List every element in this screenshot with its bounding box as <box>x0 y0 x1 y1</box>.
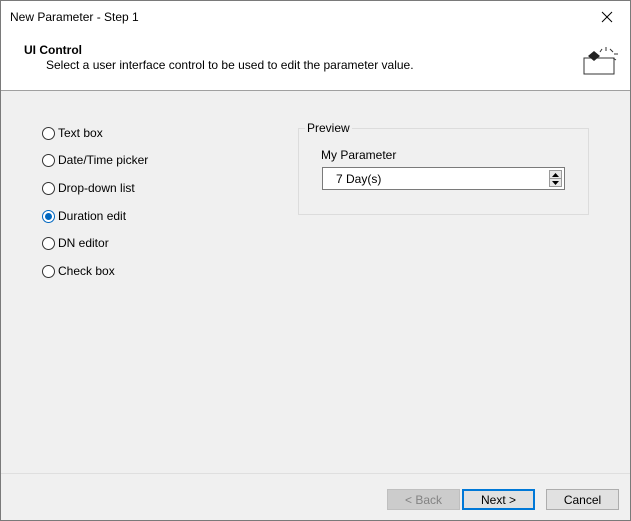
radio-text-box[interactable]: Text box <box>42 125 103 141</box>
duration-spin-input[interactable]: 7 Day(s) <box>322 167 565 190</box>
radio-button-circle[interactable] <box>42 264 55 278</box>
radio-date-time-picker[interactable]: Date/Time picker <box>42 152 148 168</box>
cancel-button[interactable]: Cancel <box>546 489 619 510</box>
radio-button-circle[interactable] <box>42 181 55 195</box>
arrow-up-icon <box>552 172 559 177</box>
radio-duration-edit[interactable]: Duration edit <box>42 208 126 224</box>
back-button[interactable]: < Back <box>387 489 460 510</box>
spin-buttons <box>549 170 562 187</box>
close-button[interactable] <box>584 1 630 32</box>
radio-label: Check box <box>58 264 115 278</box>
spin-down-button[interactable] <box>549 179 562 187</box>
header-title: UI Control <box>24 43 82 57</box>
radio-label: Duration edit <box>58 209 127 223</box>
wizard-header: UI Control Select a user interface contr… <box>1 32 630 91</box>
radio-button-circle-checked[interactable] <box>42 209 55 223</box>
preview-groupbox: Preview My Parameter 7 Day(s) <box>298 121 589 215</box>
param-label: My Parameter <box>321 148 397 162</box>
radio-label: Drop-down list <box>58 181 135 195</box>
radio-check-box[interactable]: Check box <box>42 263 115 279</box>
radio-label: DN editor <box>58 236 109 250</box>
radio-button-circle[interactable] <box>42 236 55 250</box>
wizard-footer: < Back Next > Cancel <box>1 473 630 520</box>
title-bar[interactable]: New Parameter - Step 1 <box>1 1 630 32</box>
preview-legend: Preview <box>305 121 352 135</box>
dialog-window: New Parameter - Step 1 UI Control Select… <box>0 0 631 521</box>
duration-value: 7 Day(s) <box>336 172 382 186</box>
window-title: New Parameter - Step 1 <box>10 10 139 24</box>
next-button[interactable]: Next > <box>462 489 535 510</box>
arrow-down-icon <box>552 180 559 185</box>
radio-label: Text box <box>58 126 103 140</box>
control-wizard-icon <box>583 47 618 75</box>
header-description: Select a user interface control to be us… <box>46 58 414 72</box>
radio-button-circle[interactable] <box>42 126 55 140</box>
spin-up-button[interactable] <box>549 170 562 179</box>
radio-label: Date/Time picker <box>58 153 149 167</box>
radio-dn-editor[interactable]: DN editor <box>42 235 109 251</box>
close-icon <box>601 11 613 22</box>
radio-button-circle[interactable] <box>42 153 55 167</box>
radio-drop-down-list[interactable]: Drop-down list <box>42 180 135 196</box>
